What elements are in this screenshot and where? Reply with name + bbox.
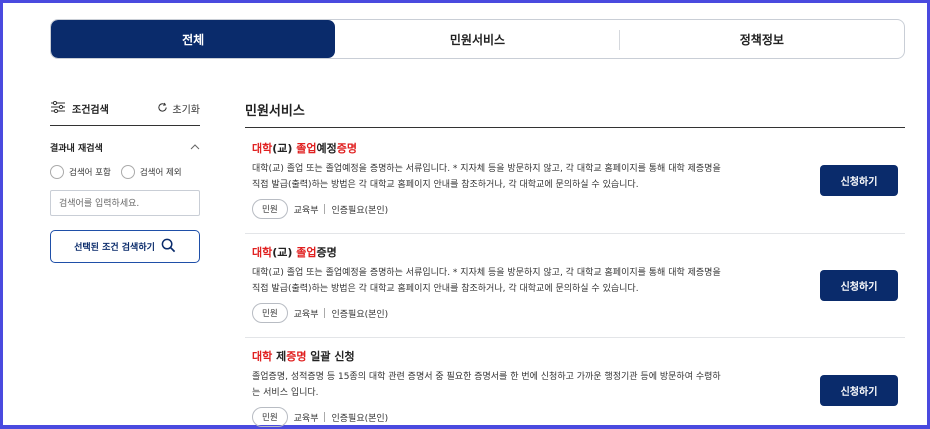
title-part: 증명 bbox=[286, 350, 307, 363]
department-label: 교육부 bbox=[293, 309, 319, 320]
item-description: 졸업증명, 성적증명 등 15종의 대학 관련 증명서 중 필요한 증명서를 한… bbox=[252, 369, 802, 401]
tab-policy-info-label: 정책정보 bbox=[739, 32, 784, 47]
item-meta: 민원 교육부 인증필요(본인) bbox=[252, 303, 905, 323]
auth-label: 인증필요(본인) bbox=[331, 205, 389, 216]
list-item: 대학(교) 졸업예정증명 대학(교) 졸업 또는 졸업예정을 증명하는 서류입니… bbox=[252, 140, 905, 219]
list-item: 대학 제증명 일괄 신청 졸업증명, 성적증명 등 15종의 대학 관련 증명서… bbox=[252, 348, 905, 427]
title-part: (교) bbox=[272, 142, 297, 155]
search-icon bbox=[161, 238, 176, 256]
meta-divider bbox=[324, 412, 326, 422]
description-line: 졸업증명, 성적증명 등 15종의 대학 관련 증명서 중 필요한 증명서를 한… bbox=[252, 372, 721, 382]
item-title[interactable]: 대학(교) 졸업증명 bbox=[252, 244, 905, 260]
apply-button[interactable]: 신청하기 bbox=[820, 270, 898, 301]
reset-label: 초기화 bbox=[172, 105, 200, 116]
title-part: 증명 bbox=[336, 142, 358, 155]
tab-all[interactable]: 전체 bbox=[51, 20, 336, 58]
description-line: 대학(교) 졸업 또는 졸업예정을 증명하는 서류입니다. * 지자체 등을 방… bbox=[252, 268, 721, 278]
item-title[interactable]: 대학 제증명 일괄 신청 bbox=[252, 348, 905, 364]
description-line: 직접 발급(출력)하는 방법은 각 대학교 홈페이지 안내를 참조하거나, 각 … bbox=[252, 180, 639, 190]
title-part: 대학 bbox=[252, 246, 273, 259]
title-part: 일괄 신청 bbox=[306, 350, 355, 363]
radio-include[interactable]: 검색어 포함 bbox=[50, 165, 111, 179]
item-description: 대학(교) 졸업 또는 졸업예정을 증명하는 서류입니다. * 지자체 등을 방… bbox=[252, 265, 802, 297]
item-title[interactable]: 대학(교) 졸업예정증명 bbox=[252, 140, 905, 156]
radio-include-circle[interactable] bbox=[50, 165, 64, 179]
radio-exclude-label: 검색어 제외 bbox=[139, 168, 182, 178]
refresh-icon bbox=[157, 102, 168, 116]
title-part: 제 bbox=[272, 350, 287, 363]
filter-title-label: 조건검색 bbox=[72, 105, 109, 116]
auth-label: 인증필요(본인) bbox=[331, 309, 389, 320]
item-divider bbox=[245, 337, 905, 338]
meta-divider bbox=[324, 308, 326, 318]
inner-search-label: 결과내 재검색 bbox=[50, 144, 103, 154]
search-mode-radios: 검색어 포함 검색어 제외 bbox=[50, 165, 182, 179]
auth-label: 인증필요(본인) bbox=[331, 413, 389, 424]
radio-exclude-circle[interactable] bbox=[120, 165, 135, 179]
category-badge: 민원 bbox=[252, 407, 288, 427]
radio-exclude[interactable]: 검색어 제외 bbox=[120, 165, 182, 179]
section-title: 민원서비스 bbox=[245, 104, 305, 119]
title-part: 졸업 bbox=[296, 246, 317, 259]
inner-search-header[interactable]: 결과내 재검색 bbox=[50, 141, 200, 154]
category-badge: 민원 bbox=[252, 199, 288, 219]
title-part: 증명 bbox=[316, 246, 337, 259]
item-description: 대학(교) 졸업 또는 졸업예정을 증명하는 서류입니다. * 지자체 등을 방… bbox=[252, 161, 802, 193]
search-submit-button[interactable]: 선택된 조건 검색하기 bbox=[50, 230, 200, 263]
item-divider bbox=[245, 233, 905, 234]
item-meta: 민원 교육부 인증필요(본인) bbox=[252, 199, 905, 219]
category-tabs: 전체 민원서비스 정책정보 bbox=[50, 19, 905, 59]
search-submit-label: 선택된 조건 검색하기 bbox=[74, 243, 155, 253]
title-part: 예정 bbox=[316, 142, 337, 155]
meta-divider bbox=[324, 204, 326, 214]
tab-policy-info[interactable]: 정책정보 bbox=[620, 20, 904, 58]
tab-all-label: 전체 bbox=[182, 32, 205, 47]
search-input-placeholder: 검색어를 입력하세요. bbox=[59, 199, 140, 209]
filter-header: 조건검색 초기화 bbox=[50, 98, 200, 126]
section-divider bbox=[245, 127, 905, 128]
apply-button[interactable]: 신청하기 bbox=[820, 375, 898, 406]
apply-button[interactable]: 신청하기 bbox=[820, 165, 898, 196]
description-line: 직접 발급(출력)하는 방법은 각 대학교 홈페이지 안내를 참조하거나, 각 … bbox=[252, 284, 639, 294]
description-line: 대학(교) 졸업 또는 졸업예정을 증명하는 서류입니다. * 지자체 등을 방… bbox=[252, 164, 721, 174]
title-part: 대학 bbox=[252, 350, 273, 363]
description-line: 는 서비스 입니다. bbox=[252, 388, 319, 398]
sliders-icon bbox=[50, 100, 66, 116]
radio-include-label: 검색어 포함 bbox=[69, 168, 111, 178]
title-part: (교) bbox=[272, 246, 297, 259]
tab-civil-service-label: 민원서비스 bbox=[449, 32, 506, 47]
chevron-up-icon[interactable] bbox=[190, 143, 200, 153]
title-part: 대학 bbox=[252, 142, 273, 155]
category-badge: 민원 bbox=[252, 303, 288, 323]
list-item: 대학(교) 졸업증명 대학(교) 졸업 또는 졸업예정을 증명하는 서류입니다.… bbox=[252, 244, 905, 323]
tab-civil-service[interactable]: 민원서비스 bbox=[335, 20, 620, 58]
title-part: 졸업 bbox=[296, 142, 317, 155]
filter-title: 조건검색 bbox=[50, 100, 109, 116]
department-label: 교육부 bbox=[293, 205, 319, 216]
reset-button[interactable]: 초기화 bbox=[157, 101, 200, 116]
department-label: 교육부 bbox=[293, 413, 319, 424]
search-input[interactable]: 검색어를 입력하세요. bbox=[50, 190, 200, 216]
item-meta: 민원 교육부 인증필요(본인) bbox=[252, 407, 905, 427]
